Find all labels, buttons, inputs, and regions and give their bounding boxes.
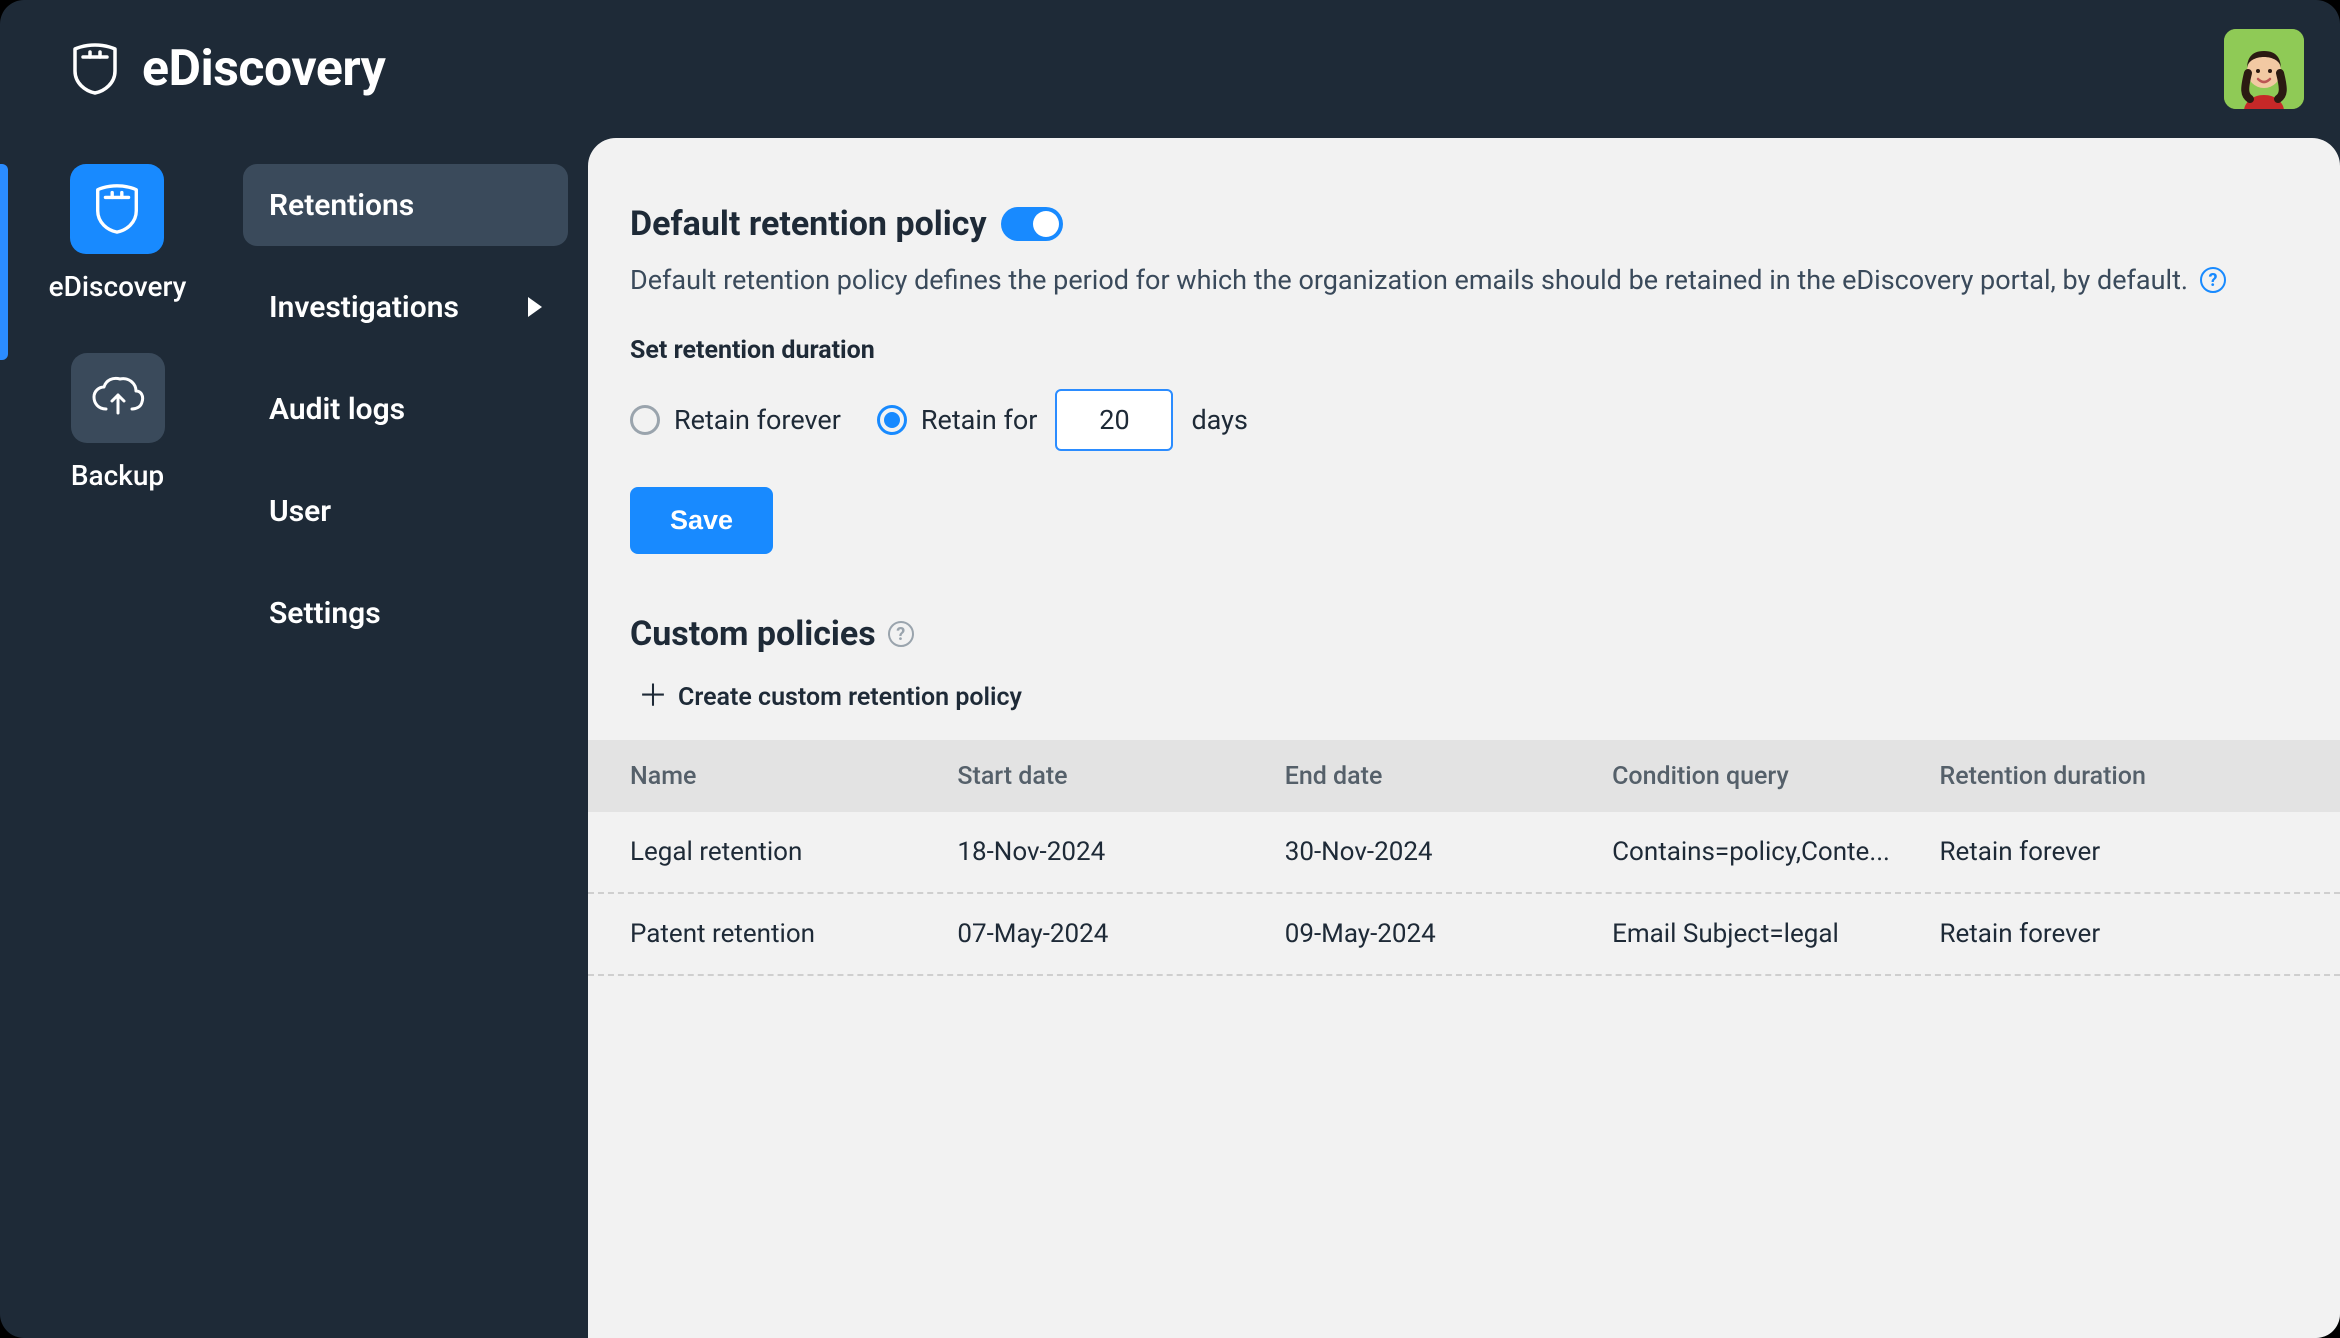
cell-duration: Retain forever xyxy=(1939,919,2298,949)
backup-icon xyxy=(71,353,165,443)
retain-for-option: Retain for days xyxy=(877,389,1248,451)
cell-name: Legal retention xyxy=(630,837,957,867)
retain-for-label: Retain for xyxy=(921,404,1038,436)
chevron-right-icon xyxy=(528,297,542,317)
custom-policies-title: Custom policies xyxy=(630,614,876,654)
plus-icon: ＋ xyxy=(638,682,668,712)
rail-item-ediscovery[interactable]: eDiscovery xyxy=(49,164,187,303)
ediscovery-icon xyxy=(70,164,164,254)
col-condition-query: Condition query xyxy=(1612,762,1939,791)
sidebar-item-retentions[interactable]: Retentions xyxy=(243,164,568,246)
user-avatar[interactable] xyxy=(2224,29,2304,109)
rail-label: Backup xyxy=(71,459,164,492)
col-retention-duration: Retention duration xyxy=(1939,762,2298,791)
col-name: Name xyxy=(630,762,957,791)
table-header: Name Start date End date Condition query… xyxy=(588,740,2340,812)
default-policy-header: Default retention policy xyxy=(630,204,2298,244)
sidebar-item-settings[interactable]: Settings xyxy=(243,572,568,654)
save-button[interactable]: Save xyxy=(630,487,773,554)
cell-query: Email Subject=legal xyxy=(1612,919,1939,949)
topbar: eDiscovery xyxy=(0,0,2340,138)
default-policy-description: Default retention policy defines the per… xyxy=(630,264,2188,296)
retain-forever-label: Retain forever xyxy=(674,404,841,436)
cell-start: 07-May-2024 xyxy=(957,919,1284,949)
sidebar-item-label: Retentions xyxy=(269,188,414,223)
primary-nav-rail: eDiscovery Backup xyxy=(0,138,235,1338)
app-window: eDiscovery xyxy=(0,0,2340,1338)
retain-forever-option[interactable]: Retain forever xyxy=(630,404,841,436)
sidebar-item-user[interactable]: User xyxy=(243,470,568,552)
cell-start: 18-Nov-2024 xyxy=(957,837,1284,867)
secondary-sidebar: Retentions Investigations Audit logs Use… xyxy=(235,138,588,1338)
retain-for-radio[interactable]: Retain for xyxy=(877,404,1038,436)
table-row[interactable]: Legal retention 18-Nov-2024 30-Nov-2024 … xyxy=(588,812,2340,894)
default-policy-description-row: Default retention policy defines the per… xyxy=(630,264,2298,296)
cell-query: Contains=policy,Conte... xyxy=(1612,837,1939,867)
col-end-date: End date xyxy=(1285,762,1612,791)
cell-name: Patent retention xyxy=(630,919,957,949)
set-duration-heading: Set retention duration xyxy=(630,336,2298,365)
custom-policies-header: Custom policies ? xyxy=(630,614,2298,654)
sidebar-item-audit-logs[interactable]: Audit logs xyxy=(243,368,568,450)
custom-policies-table: Name Start date End date Condition query… xyxy=(588,740,2340,976)
ediscovery-logo-icon xyxy=(70,41,120,97)
sidebar-item-label: Settings xyxy=(269,596,381,631)
brand-title: eDiscovery xyxy=(142,40,385,98)
create-custom-policy-button[interactable]: ＋ Create custom retention policy xyxy=(630,682,2298,712)
rail-active-indicator xyxy=(0,164,8,360)
sidebar-item-investigations[interactable]: Investigations xyxy=(243,266,568,348)
policy-toggle[interactable] xyxy=(1001,207,1063,241)
col-start-date: Start date xyxy=(957,762,1284,791)
rail-label: eDiscovery xyxy=(49,270,187,303)
brand: eDiscovery xyxy=(70,40,385,98)
sidebar-item-label: User xyxy=(269,494,331,529)
table-row[interactable]: Patent retention 07-May-2024 09-May-2024… xyxy=(588,894,2340,976)
default-policy-title: Default retention policy xyxy=(630,204,987,244)
cell-end: 30-Nov-2024 xyxy=(1285,837,1612,867)
radio-icon xyxy=(630,405,660,435)
cell-duration: Retain forever xyxy=(1939,837,2298,867)
sidebar-item-label: Audit logs xyxy=(269,392,405,427)
create-custom-policy-label: Create custom retention policy xyxy=(678,683,1022,712)
help-icon[interactable]: ? xyxy=(2200,267,2226,293)
days-suffix: days xyxy=(1191,404,1247,436)
retention-radio-group: Retain forever Retain for days xyxy=(630,389,2298,451)
rail-item-backup[interactable]: Backup xyxy=(71,353,165,492)
radio-icon xyxy=(877,405,907,435)
cell-end: 09-May-2024 xyxy=(1285,919,1612,949)
retain-days-input[interactable] xyxy=(1055,389,1173,451)
main-content: Default retention policy Default retenti… xyxy=(588,138,2340,1338)
body: eDiscovery Backup Retentions Inves xyxy=(0,138,2340,1338)
sidebar-item-label: Investigations xyxy=(269,290,459,325)
help-icon[interactable]: ? xyxy=(888,621,914,647)
